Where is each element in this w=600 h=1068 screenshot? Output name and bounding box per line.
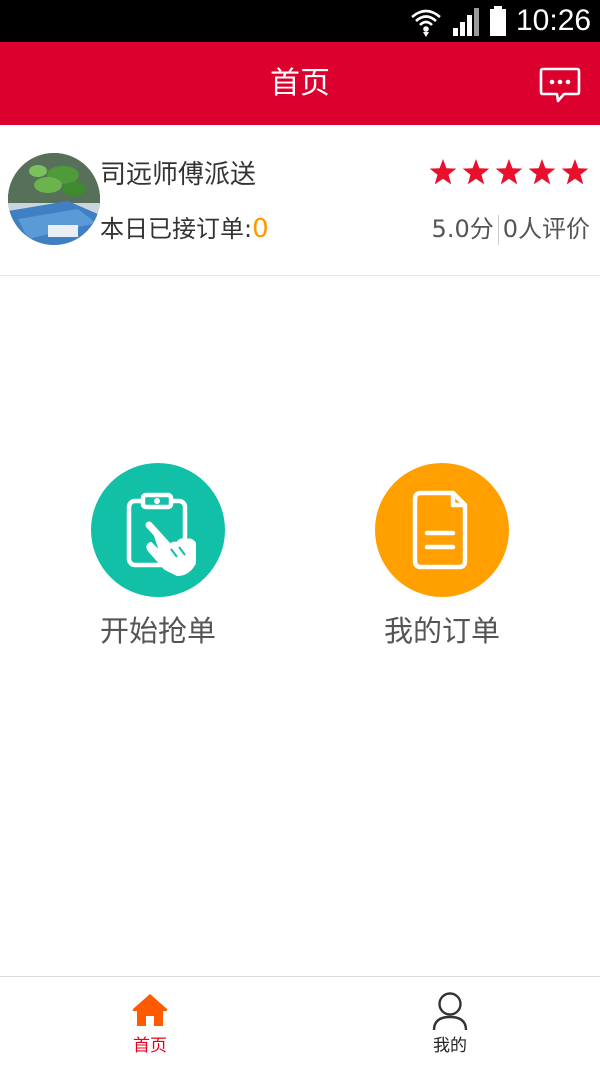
rating-count: 0人评价 (502, 215, 590, 243)
nav-home-label: 首页 (133, 1036, 167, 1056)
wifi-icon (411, 9, 441, 37)
page-title: 首页 (270, 66, 330, 101)
my-orders-button[interactable]: 我的订单 (342, 463, 542, 651)
driver-name: 司远师傅派送 (100, 160, 257, 190)
clipboard-hand-icon (126, 492, 196, 576)
grab-orders-circle (91, 463, 225, 597)
nav-me[interactable]: 我的 (300, 977, 600, 1068)
rating-stars (429, 159, 589, 185)
my-orders-circle (375, 463, 509, 597)
star-icon (528, 159, 556, 185)
my-orders-label: 我的订单 (383, 614, 500, 648)
app-header: 首页 (0, 42, 600, 125)
avatar[interactable] (8, 153, 100, 245)
rating-divider (497, 215, 499, 245)
star-icon (462, 159, 490, 185)
driver-profile-card: 司远师傅派送 本日已接订单:0 5.0分 0人评价 (0, 125, 600, 276)
star-icon (561, 159, 589, 185)
rating-summary: 5.0分 0人评价 (432, 213, 590, 245)
document-icon (412, 490, 468, 570)
orders-today: 本日已接订单:0 (100, 212, 269, 246)
message-icon (539, 67, 581, 103)
bottom-nav: 首页 我的 (0, 976, 600, 1068)
status-bar: 10:26 (0, 0, 600, 42)
star-icon (429, 159, 457, 185)
status-time: 10:26 (516, 4, 592, 37)
signal-icon (453, 8, 479, 36)
orders-today-label: 本日已接订单: (100, 215, 253, 243)
home-icon (132, 994, 168, 1026)
nav-me-label: 我的 (433, 1036, 467, 1056)
battery-icon (490, 6, 506, 36)
message-button[interactable] (539, 66, 581, 104)
orders-today-count: 0 (252, 214, 269, 244)
start-grab-orders-button[interactable]: 开始抢单 (58, 463, 258, 651)
nav-home[interactable]: 首页 (0, 977, 300, 1068)
start-grab-orders-label: 开始抢单 (99, 614, 216, 648)
rating-score: 5.0分 (431, 215, 494, 243)
user-icon (432, 992, 468, 1031)
star-icon (495, 159, 523, 185)
